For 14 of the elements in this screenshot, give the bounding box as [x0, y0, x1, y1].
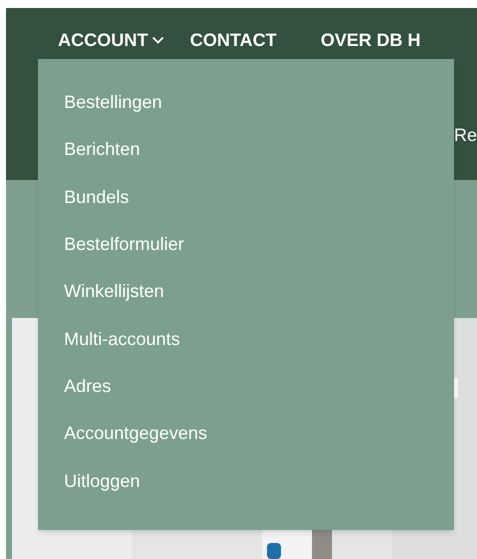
menu-item[interactable]: Bestellingen	[38, 79, 454, 126]
menu-item[interactable]: Multi-accounts	[38, 315, 454, 363]
menu-item[interactable]: Bundels	[38, 174, 454, 221]
menu-item[interactable]: Uitloggen	[38, 457, 454, 505]
chevron-down-icon	[152, 36, 164, 44]
menu-item[interactable]: Berichten	[38, 126, 454, 174]
menu-item[interactable]: Accountgegevens	[38, 410, 454, 458]
menu-item[interactable]: Bestelformulier	[38, 220, 454, 268]
menu-item[interactable]: Adres	[38, 362, 454, 410]
nav-link[interactable]: ACCOUNT	[58, 26, 164, 54]
menu-item[interactable]: Winkellijsten	[38, 268, 454, 316]
nav-link[interactable]: CONTACT	[190, 26, 277, 54]
nav-link[interactable]: Re	[454, 122, 477, 149]
nav-link[interactable]: OVER DB H	[320, 26, 421, 54]
